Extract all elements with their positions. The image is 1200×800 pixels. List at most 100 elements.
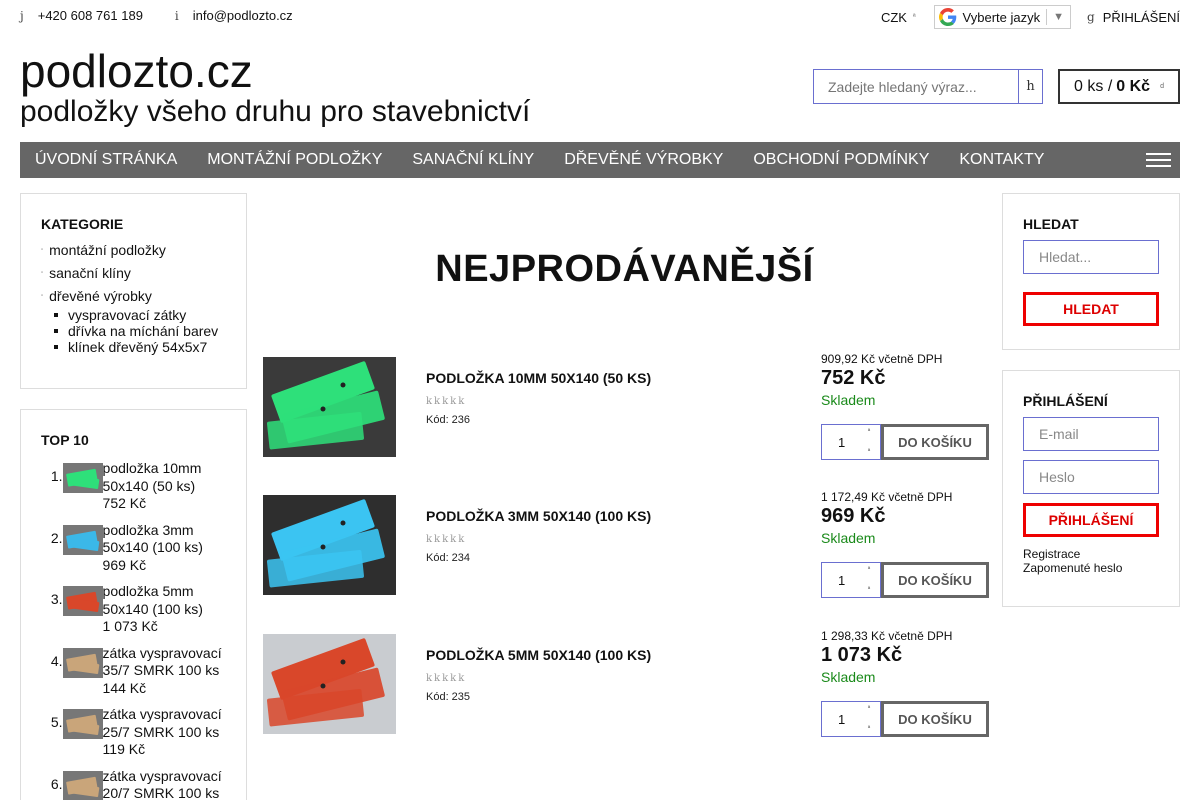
top10-rank: 4.	[50, 652, 63, 669]
product-name[interactable]: PODLOŽKA 10MM 50X140 (50 KS)	[426, 370, 651, 386]
top-bar-right: CZK ª Vyberte jazyk ▼ g PŘIHLÁŠENÍ	[881, 5, 1180, 29]
nav-wedges[interactable]: SANAČNÍ KLÍNY	[397, 151, 549, 169]
chevron-up-icon[interactable]: ª	[868, 706, 870, 712]
sidebar-search-button[interactable]: HLEDAT	[1023, 292, 1159, 326]
login-button[interactable]: PŘIHLÁŠENÍ	[1023, 503, 1159, 537]
email-link[interactable]: info@podlozto.cz	[193, 8, 293, 23]
search-icon[interactable]: h	[1018, 69, 1042, 104]
product-name[interactable]: PODLOŽKA 5MM 50X140 (100 KS)	[426, 647, 651, 663]
product-thumbnail	[62, 524, 103, 555]
top10-rank: 5.	[50, 714, 63, 730]
quantity-value[interactable]: 1	[822, 435, 862, 450]
top10-price: 1 073 Kč	[102, 618, 158, 634]
quantity-stepper[interactable]: 1ª ª	[821, 424, 881, 460]
top10-name: podložka 5mm 50x140 (100 ks)	[102, 583, 203, 617]
quantity-stepper[interactable]: 1ª ª	[821, 701, 881, 737]
subcategory-item[interactable]: dřívka na míchání barev	[54, 323, 226, 339]
rating-stars-icon: kkkkk	[426, 673, 467, 684]
chevron-down-icon[interactable]: ª	[868, 449, 870, 455]
bullet-icon: ▫	[41, 292, 44, 299]
nav-contacts[interactable]: KONTAKTY	[944, 151, 1059, 169]
header-search-input[interactable]	[814, 70, 1019, 103]
product-image[interactable]	[263, 357, 396, 457]
chevron-up-icon[interactable]: ª	[868, 429, 870, 435]
stock-status: Skladem	[821, 530, 876, 546]
top10-list: 1. podložka 10mm 50x140 (50 ks) 752 Kč 2. po…	[41, 460, 226, 800]
top10-item[interactable]: 2. podložka 3mm 50x140 (100 ks) 969 Kč	[41, 522, 226, 584]
product-thumbnail	[62, 463, 103, 493]
product-thumbnail	[62, 770, 103, 800]
product-name[interactable]: PODLOŽKA 3MM 50X140 (100 KS)	[426, 508, 651, 524]
currency-selector[interactable]: CZK ª	[881, 10, 916, 25]
sidebar-search-input[interactable]: Hledat...	[1023, 240, 1159, 274]
top10-rank: 3.	[50, 591, 63, 607]
top10-item[interactable]: 6. zátka vyspravovací 20/7 SMRK 100 ks	[41, 768, 226, 800]
product-thumbnail	[62, 709, 103, 739]
cart-total: 0 Kč	[1116, 77, 1151, 95]
quantity-value[interactable]: 1	[822, 712, 862, 727]
category-label: dřevěné výrobky	[49, 287, 152, 304]
chevron-up-icon[interactable]: ª	[868, 567, 870, 573]
nav-wood-products[interactable]: DŘEVĚNÉ VÝROBKY	[549, 151, 738, 169]
cart-button[interactable]: 0 ks / 0 Kč d	[1058, 69, 1180, 104]
quantity-stepper[interactable]: 1ª ª	[821, 562, 881, 598]
language-selector[interactable]: Vyberte jazyk ▼	[933, 5, 1071, 29]
subcategory-item[interactable]: klínek dřevěný 54x5x7	[54, 339, 226, 355]
language-divider	[1046, 9, 1048, 25]
phone-link[interactable]: +420 608 761 189	[38, 8, 143, 23]
top10-item[interactable]: 3. podložka 5mm 50x140 (100 ks) 1 073 Kč	[41, 583, 226, 645]
chevron-down-icon[interactable]: ª	[868, 726, 870, 732]
subcategory-item[interactable]: vyspravovací zátky	[54, 307, 226, 323]
top10-item[interactable]: 5. zátka vyspravovací 25/7 SMRK 100 ks 119…	[41, 706, 226, 768]
chevron-down-icon[interactable]: ª	[868, 587, 870, 593]
top10-text: podložka 5mm 50x140 (100 ks) 1 073 Kč	[103, 583, 226, 636]
login-box-title: PŘIHLÁŠENÍ	[1023, 393, 1108, 409]
site-title: podlozto.cz	[20, 45, 253, 97]
category-item[interactable]: ▫ montážní podložky	[41, 238, 226, 261]
top10-name: zátka vyspravovací 25/7 SMRK 100 ks	[102, 706, 222, 740]
stock-status: Skladem	[821, 669, 876, 685]
top10-item[interactable]: 1. podložka 10mm 50x140 (50 ks) 752 Kč	[41, 460, 226, 522]
product-image[interactable]	[263, 634, 396, 734]
subcategory-label: dřívka na míchání barev	[68, 323, 219, 339]
product-code: Kód: 234	[426, 552, 471, 564]
contact-info: j +420 608 761 189 i info@podlozto.cz	[20, 8, 315, 23]
menu-icon[interactable]	[1146, 153, 1171, 167]
category-label: sanační klíny	[49, 264, 131, 281]
add-to-cart-button[interactable]: DO KOŠÍKU	[881, 562, 989, 598]
nav-mounting-pads[interactable]: MONTÁŽNÍ PODLOŽKY	[192, 151, 397, 169]
add-to-cart-button[interactable]: DO KOŠÍKU	[881, 701, 989, 737]
product-thumbnail	[62, 647, 103, 678]
site-brand[interactable]: podlozto.cz podložky všeho druhu pro sta…	[20, 46, 530, 128]
category-item[interactable]: ▫ dřevěné výrobky	[41, 284, 226, 307]
category-item[interactable]: ▫ sanační klíny	[41, 261, 226, 284]
google-icon	[938, 8, 956, 26]
top10-name: podložka 10mm 50x140 (50 ks)	[102, 460, 202, 494]
stock-status: Skladem	[821, 392, 876, 408]
top10-price: 119 Kč	[102, 741, 146, 757]
user-icon: g	[1087, 10, 1095, 24]
add-to-cart-button[interactable]: DO KOŠÍKU	[881, 424, 989, 460]
site-subtitle: podložky všeho druhu pro stavebnictví	[20, 95, 531, 128]
register-link[interactable]: Registrace	[1023, 547, 1159, 561]
product-image[interactable]	[263, 495, 396, 595]
forgot-password-link[interactable]: Zapomenuté heslo	[1023, 561, 1159, 575]
quantity-value[interactable]: 1	[822, 573, 862, 588]
price-with-vat: 909,92 Kč včetně DPH	[821, 352, 943, 366]
login-box: PŘIHLÁŠENÍ E-mail Heslo PŘIHLÁŠENÍ Regis…	[1002, 370, 1180, 607]
nav-home[interactable]: ÚVODNÍ STRÁNKA	[20, 151, 192, 169]
search-box: HLEDAT Hledat... HLEDAT	[1002, 193, 1180, 350]
square-bullet-icon	[54, 313, 58, 317]
nav-terms[interactable]: OBCHODNÍ PODMÍNKY	[738, 151, 944, 169]
password-field[interactable]: Heslo	[1023, 460, 1159, 494]
product-code: Kód: 236	[426, 414, 471, 426]
email-field[interactable]: E-mail	[1023, 417, 1159, 451]
product-code: Kód: 235	[426, 691, 471, 703]
top10-name: podložka 3mm 50x140 (100 ks)	[102, 521, 203, 556]
top-login-link[interactable]: g PŘIHLÁŠENÍ	[1087, 10, 1180, 25]
top10-text: zátka vyspravovací 20/7 SMRK 100 ks	[103, 768, 226, 800]
top10-item[interactable]: 4. zátka vyspravovací 35/7 SMRK 100 ks 144…	[41, 645, 226, 707]
bullet-icon: ▫	[41, 269, 44, 276]
categories-title: KATEGORIE	[41, 216, 124, 232]
bestsellers-heading: NEJPRODÁVANĚJŠÍ	[435, 248, 814, 290]
